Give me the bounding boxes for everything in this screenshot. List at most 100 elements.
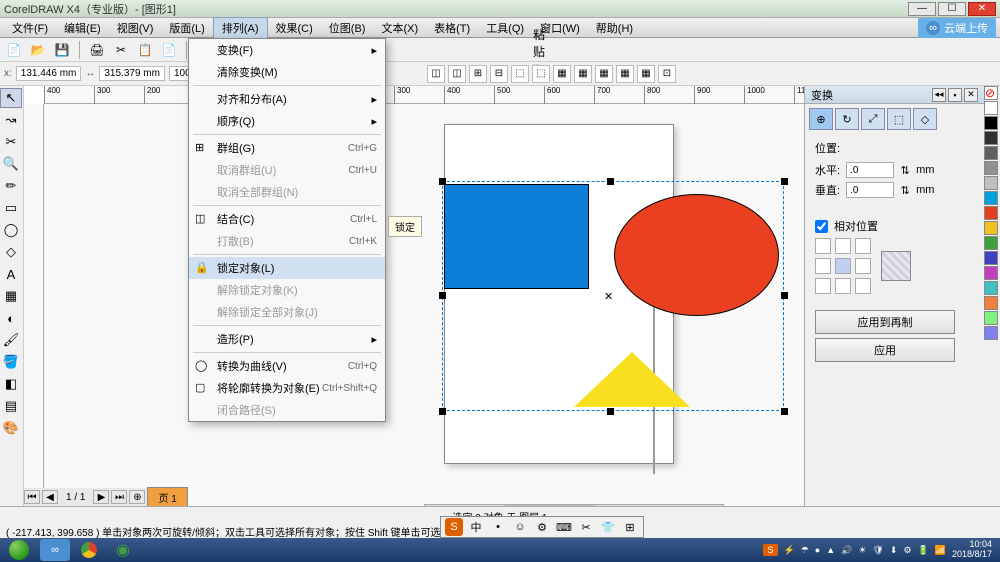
tab-position[interactable]: ⊕ (809, 108, 833, 130)
maximize-button[interactable]: ☐ (938, 2, 966, 16)
tool-4[interactable]: ✏ (0, 176, 22, 196)
tool-8[interactable]: A (0, 264, 22, 284)
swatch-15[interactable] (984, 326, 998, 340)
tool-2[interactable]: ✂ (0, 132, 22, 152)
ime-button-7[interactable]: 👕 (599, 518, 617, 536)
menu-item-13[interactable]: 🔒锁定对象(L) (189, 257, 385, 279)
swatch-9[interactable] (984, 236, 998, 250)
toolbar-button-5[interactable]: 📋 (135, 40, 155, 60)
tool-12[interactable]: 🪣 (0, 352, 22, 372)
page-tab-1[interactable]: 页 1 (147, 487, 187, 508)
prop-button-2[interactable]: ⊞ (469, 65, 487, 83)
swatch-6[interactable] (984, 191, 998, 205)
pos-x[interactable]: 131.446 mm (16, 66, 82, 81)
ime-button-4[interactable]: ⚙ (533, 518, 551, 536)
prop-button-1[interactable]: ◫ (448, 65, 466, 83)
menu-4[interactable]: 排列(A) (213, 17, 268, 39)
prop-button-3[interactable]: ⊟ (490, 65, 508, 83)
position-h-input[interactable] (846, 162, 894, 178)
tool-11[interactable]: 🖌 (0, 330, 22, 350)
toolbar-button-3[interactable]: 🖨 (87, 40, 107, 60)
docker-menu-button[interactable]: ▪ (948, 88, 962, 102)
prop-button-11[interactable]: ⊡ (658, 65, 676, 83)
toolbar-button-1[interactable]: 📂 (28, 40, 48, 60)
docker-collapse-button[interactable]: ◂◂ (932, 88, 946, 102)
position-v-input[interactable] (846, 182, 894, 198)
ime-button-8[interactable]: ⊞ (621, 518, 639, 536)
swatch-14[interactable] (984, 311, 998, 325)
menu-item-10[interactable]: ◫结合(C)Ctrl+L (189, 208, 385, 230)
taskbar-app-chrome[interactable] (74, 539, 104, 561)
swatch-13[interactable] (984, 296, 998, 310)
toolbar-button-4[interactable]: ✂ (111, 40, 131, 60)
swatch-2[interactable] (984, 131, 998, 145)
selection-handle[interactable] (439, 292, 446, 299)
apply-to-duplicate-button[interactable]: 应用到再制 (815, 310, 955, 334)
swatch-none[interactable]: ⊘ (984, 86, 998, 100)
toolbar-button-6[interactable]: 📄 (159, 40, 179, 60)
menu-5[interactable]: 效果(C) (268, 18, 321, 38)
page-first-button[interactable]: ⏮ (24, 490, 40, 504)
selection-handle[interactable] (781, 292, 788, 299)
taskbar-clock[interactable]: 10:04 2018/8/17 (952, 540, 992, 560)
tab-skew[interactable]: ◇ (913, 108, 937, 130)
prop-button-7[interactable]: ▦ (574, 65, 592, 83)
tool-0[interactable]: ↖ (0, 88, 22, 108)
menu-3[interactable]: 版面(L) (161, 18, 212, 38)
canvas[interactable]: ✕ (44, 104, 804, 538)
toolbar-button-0[interactable]: 📄 (4, 40, 24, 60)
paste-button[interactable]: 粘贴 ▾ (529, 40, 549, 60)
swatch-0[interactable] (984, 101, 998, 115)
minimize-button[interactable]: — (908, 2, 936, 16)
tool-14[interactable]: ▤ (0, 396, 22, 416)
tool-15[interactable]: 🎨 (0, 418, 22, 438)
selection-handle[interactable] (607, 408, 614, 415)
tab-size[interactable]: ⬚ (887, 108, 911, 130)
swatch-7[interactable] (984, 206, 998, 220)
tab-rotate[interactable]: ↻ (835, 108, 859, 130)
menu-item-1[interactable]: 清除变换(M) (189, 61, 385, 83)
size-w[interactable]: 315.379 mm (99, 66, 165, 81)
system-tray[interactable]: S ⚡☂●▲🔊☀🛡⬇⚙🔋📶 10:04 2018/8/17 (763, 540, 1000, 560)
ime-button-1[interactable]: 中 (467, 518, 485, 536)
tab-scale[interactable]: ⤢ (861, 108, 885, 130)
close-button[interactable]: ✕ (968, 2, 996, 16)
ime-button-0[interactable]: S (445, 518, 463, 536)
menu-item-6[interactable]: ⊞群组(G)Ctrl+G (189, 137, 385, 159)
taskbar-app-coreldraw[interactable]: ◉ (108, 539, 138, 561)
anchor-grid[interactable] (815, 238, 871, 294)
page-prev-button[interactable]: ◀ (42, 490, 58, 504)
swatch-11[interactable] (984, 266, 998, 280)
menu-11[interactable]: 帮助(H) (588, 18, 641, 38)
selection-handle[interactable] (439, 178, 446, 185)
toolbar-button-2[interactable]: 💾 (52, 40, 72, 60)
menu-item-3[interactable]: 对齐和分布(A)▸ (189, 88, 385, 110)
menu-item-4[interactable]: 顺序(Q)▸ (189, 110, 385, 132)
swatch-8[interactable] (984, 221, 998, 235)
relative-checkbox[interactable] (815, 220, 828, 233)
swatch-1[interactable] (984, 116, 998, 130)
selection-handle[interactable] (439, 408, 446, 415)
menu-9[interactable]: 工具(Q) (478, 18, 532, 38)
ime-button-5[interactable]: ⌨ (555, 518, 573, 536)
ime-button-3[interactable]: ☺ (511, 518, 529, 536)
tool-1[interactable]: ↝ (0, 110, 22, 130)
swatch-5[interactable] (984, 176, 998, 190)
menu-1[interactable]: 编辑(E) (56, 18, 109, 38)
prop-button-9[interactable]: ▦ (616, 65, 634, 83)
page-add-button[interactable]: ⊕ (129, 490, 145, 504)
ime-button-2[interactable]: • (489, 518, 507, 536)
ime-button-6[interactable]: ✂ (577, 518, 595, 536)
menu-7[interactable]: 文本(X) (373, 18, 426, 38)
start-button[interactable] (0, 538, 38, 562)
tool-7[interactable]: ◇ (0, 242, 22, 262)
menu-item-19[interactable]: ◯转换为曲线(V)Ctrl+Q (189, 355, 385, 377)
selection-handle[interactable] (607, 178, 614, 185)
menu-0[interactable]: 文件(F) (4, 18, 56, 38)
tool-3[interactable]: 🔍 (0, 154, 22, 174)
swatch-10[interactable] (984, 251, 998, 265)
prop-button-4[interactable]: ⬚ (511, 65, 529, 83)
tool-10[interactable]: ◐ (0, 308, 22, 328)
menu-item-0[interactable]: 变换(F)▸ (189, 39, 385, 61)
menu-6[interactable]: 位图(B) (321, 18, 374, 38)
